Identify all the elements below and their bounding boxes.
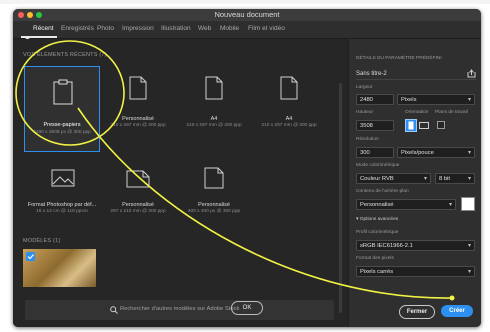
profile-select[interactable]: sRGB IEC61966-2.1 — [356, 240, 475, 252]
preset-size: 210 x 297 mm @ 300 ppp — [110, 123, 166, 128]
preset-card-clipboard[interactable]: Presse-papiers 2480 x 3508 px @ 300 ppp — [24, 66, 100, 152]
preset-card-custom-1[interactable]: Personnalisé 210 x 297 mm @ 300 ppp — [100, 66, 176, 152]
profile-value: sRGB IEC61966-2.1 — [360, 243, 413, 249]
preset-label: A4 — [285, 116, 293, 122]
tab-mobile[interactable]: Mobile — [220, 25, 239, 32]
recent-header: VOS ÉLÉMENTS RÉCENTS (7) — [23, 52, 107, 58]
templates-header: MODÈLES (1) — [23, 238, 60, 244]
tab-saved[interactable]: Enregistrés — [61, 25, 94, 32]
checkbox-icon[interactable] — [437, 121, 445, 129]
preset-label: Personnalisé — [198, 202, 230, 208]
bit-depth-select[interactable]: 8 bit — [435, 173, 475, 185]
preset-details-panel: DÉTAILS DU PARAMÈTRE PRÉDÉFINI Sans titr… — [348, 39, 481, 327]
advanced-options-label: Options avancées — [359, 217, 399, 222]
close-button[interactable]: Fermer — [399, 305, 435, 319]
profile-label: Profil colorimétrique — [356, 230, 399, 235]
orientation-label: Orientation — [405, 110, 429, 115]
height-field[interactable]: 3508 — [356, 120, 394, 131]
window-title: Nouveau document — [214, 10, 280, 19]
preset-size: 2480 x 3508 px @ 300 ppp — [33, 130, 91, 135]
image-icon — [51, 169, 75, 187]
preset-card-custom-2[interactable]: Personnalisé 297 x 210 mm @ 300 ppp — [100, 157, 176, 243]
width-label: Largeur — [356, 85, 373, 90]
document-icon — [129, 76, 147, 100]
pixel-aspect-select[interactable]: Pixels carrés — [356, 266, 475, 278]
presets-area: VOS ÉLÉMENTS RÉCENTS (7) Presse-papiers … — [13, 39, 346, 327]
preset-size: 210 x 297 mm @ 300 ppp — [261, 123, 317, 128]
scrollbar[interactable] — [339, 83, 342, 313]
resolution-field[interactable]: 300 — [356, 147, 394, 158]
search-input[interactable]: Rechercher d'autres modèles sur Adobe St… — [120, 306, 239, 312]
color-mode-value: Couleur RVB — [360, 176, 394, 182]
preset-label: Personnalisé — [122, 202, 154, 208]
checkmark-icon — [26, 252, 35, 261]
resolution-unit-value: Pixels/pouce — [401, 150, 434, 156]
landscape-icon[interactable] — [419, 121, 429, 131]
clipboard-icon — [53, 79, 73, 105]
tab-web[interactable]: Web — [198, 25, 211, 32]
width-field[interactable]: 2480 — [356, 94, 394, 105]
width-unit-value: Pixels — [401, 97, 417, 103]
bit-depth-value: 8 bit — [439, 176, 450, 182]
resolution-label: Résolution — [356, 137, 379, 142]
preset-card-a4-1[interactable]: A4 210 x 297 mm @ 300 ppp — [176, 66, 252, 152]
background-value: Personnalisé — [360, 202, 394, 208]
tab-recent[interactable]: Récent — [33, 25, 54, 32]
active-tab-indicator — [21, 36, 57, 38]
preset-size: 16 x 12 cm @ 118 ppcm — [36, 209, 88, 214]
pixel-aspect-label: Format des pixels — [356, 256, 394, 261]
divider — [356, 79, 476, 80]
background-color-swatch[interactable] — [461, 197, 475, 211]
title-bar: Nouveau document — [13, 9, 481, 21]
preset-size: 210 x 297 mm @ 300 ppp — [186, 123, 242, 128]
stock-search-bar[interactable]: Rechercher d'autres modèles sur Adobe St… — [25, 300, 334, 320]
preset-label: Format Photoshop par déf... — [27, 202, 97, 208]
document-icon — [204, 167, 224, 189]
desktop-bg — [0, 0, 490, 4]
preset-card-photoshop-default[interactable]: Format Photoshop par déf... 16 x 12 cm @… — [24, 157, 100, 243]
search-icon — [110, 306, 118, 314]
advanced-options-toggle[interactable]: ▾ Options avancées — [356, 217, 398, 222]
preset-size: 297 x 210 mm @ 300 ppp — [110, 209, 166, 214]
recent-count: (7) — [99, 52, 107, 58]
preset-size: 400 x 400 px @ 300 ppp — [187, 209, 241, 214]
preset-label: A4 — [210, 116, 218, 122]
resolution-unit-select[interactable]: Pixels/pouce — [397, 147, 475, 159]
document-icon — [280, 76, 298, 100]
templates-count: (1) — [53, 238, 61, 244]
preset-tabs: Récent Enregistrés Photo Impression Illu… — [13, 21, 481, 45]
height-label: Hauteur — [356, 110, 374, 115]
document-name[interactable]: Sans titre-2 — [356, 71, 387, 77]
width-unit-select[interactable]: Pixels — [397, 94, 475, 106]
tab-print[interactable]: Impression — [122, 25, 154, 32]
preset-label: Presse-papiers — [43, 122, 81, 128]
details-heading: DÉTAILS DU PARAMÈTRE PRÉDÉFINI — [356, 56, 442, 61]
preset-label: Personnalisé — [122, 116, 154, 122]
recent-header-label: VOS ÉLÉMENTS RÉCENTS — [23, 52, 98, 58]
color-mode-label: Mode colorimétrique — [356, 163, 400, 168]
ok-button[interactable]: OK — [231, 301, 263, 315]
new-document-dialog: Nouveau document Récent Enregistrés Phot… — [13, 9, 481, 327]
template-thumbnail[interactable] — [23, 249, 96, 287]
preset-card-a4-2[interactable]: A4 210 x 297 mm @ 300 ppp — [251, 66, 327, 152]
background-select[interactable]: Personnalisé — [356, 199, 456, 211]
tab-illustration[interactable]: Illustration — [161, 25, 191, 32]
document-icon — [205, 76, 223, 100]
artboards-label: Plans de travail — [435, 110, 468, 115]
color-mode-select[interactable]: Couleur RVB — [356, 173, 431, 185]
save-preset-icon[interactable] — [467, 69, 476, 78]
preset-card-custom-3[interactable]: Personnalisé 400 x 400 px @ 300 ppp — [176, 157, 252, 243]
tab-photo[interactable]: Photo — [97, 25, 114, 32]
tab-film-video[interactable]: Film et vidéo — [248, 25, 285, 32]
background-label: Contenu de l'arrière-plan — [356, 189, 409, 194]
templates-header-label: MODÈLES — [23, 238, 52, 244]
document-icon — [126, 170, 150, 188]
pixel-aspect-value: Pixels carrés — [360, 269, 394, 275]
create-button[interactable]: Créer — [441, 305, 473, 317]
portrait-icon[interactable] — [405, 119, 417, 132]
